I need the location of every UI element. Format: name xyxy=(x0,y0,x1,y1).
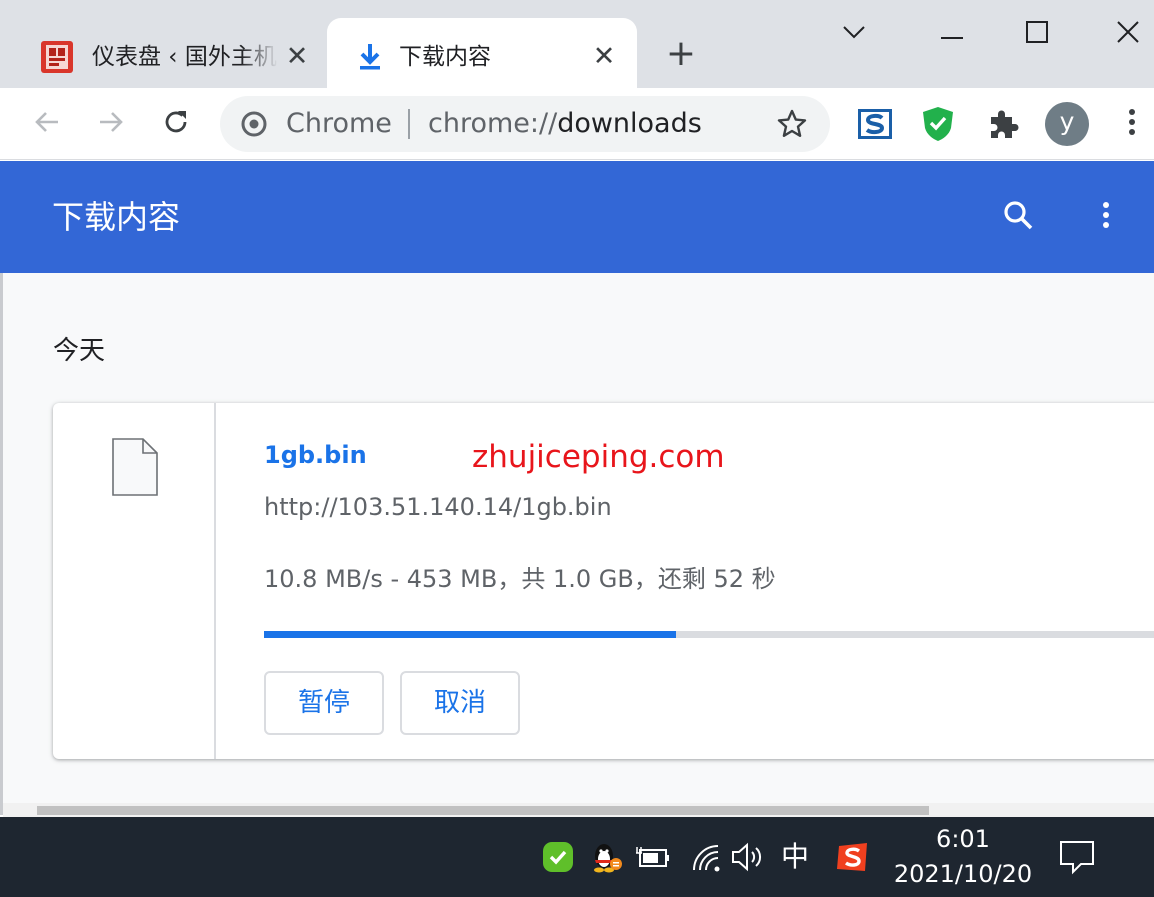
volume-icon[interactable] xyxy=(730,839,766,875)
download-icon xyxy=(353,40,387,74)
back-icon xyxy=(32,107,62,141)
date-group-heading: 今天 xyxy=(53,336,106,366)
site-chip-label: Chrome xyxy=(286,108,392,139)
url-scheme: chrome:// xyxy=(428,108,558,139)
search-icon xyxy=(1002,199,1034,235)
progress-bar xyxy=(264,631,1154,638)
star-icon[interactable] xyxy=(776,108,808,140)
download-item-card: 1gb.bin zhujiceping.com http://103.51.14… xyxy=(53,403,1154,759)
url-text: chrome://downloads xyxy=(428,96,702,152)
windows-taskbar: 中 6:01 2021/10/20 xyxy=(0,817,1154,897)
back-button[interactable] xyxy=(25,102,69,146)
maximize-button[interactable] xyxy=(1015,14,1059,54)
more-vert-icon xyxy=(1102,201,1110,233)
downloads-menu-button[interactable] xyxy=(1084,195,1128,239)
profile-avatar[interactable]: y xyxy=(1045,102,1089,146)
tab-search-button[interactable] xyxy=(832,14,876,54)
shield-check-extension-icon[interactable] xyxy=(920,106,956,142)
tab-close-button[interactable]: ✕ xyxy=(587,40,621,74)
tab-strip: 仪表盘 ‹ 国外主机 ✕ 下载内容 ✕ + xyxy=(0,0,1154,88)
close-icon xyxy=(1116,20,1140,48)
url-path: downloads xyxy=(557,108,702,139)
screen: 仪表盘 ‹ 国外主机 ✕ 下载内容 ✕ + Chrome chrome://do… xyxy=(0,0,1154,897)
horizontal-scrollbar[interactable] xyxy=(3,803,1154,817)
search-downloads-button[interactable] xyxy=(996,195,1040,239)
forward-button[interactable] xyxy=(89,102,133,146)
clock-date: 2021/10/20 xyxy=(893,860,1033,888)
qq-penguin-icon[interactable] xyxy=(588,839,624,875)
chrome-logo-icon xyxy=(240,110,268,138)
clock-time: 6:01 xyxy=(936,825,990,853)
more-vert-icon xyxy=(1128,108,1136,140)
reload-button[interactable] xyxy=(154,102,198,146)
cancel-button[interactable]: 取消 xyxy=(400,671,520,735)
notification-icon[interactable] xyxy=(1057,837,1097,877)
browser-menu-button[interactable] xyxy=(1110,102,1154,146)
reload-icon xyxy=(161,107,191,141)
chevron-down-icon xyxy=(842,24,866,44)
downloads-header: 下载内容 xyxy=(0,161,1154,273)
new-tab-button[interactable]: + xyxy=(660,34,702,76)
card-divider xyxy=(214,403,216,759)
downloads-list: 今天 1gb.bin zhujiceping.com http://103.51… xyxy=(0,273,1154,815)
sogou-ime-icon[interactable] xyxy=(835,839,871,875)
omnibox-separator xyxy=(408,109,410,139)
s-extension-icon[interactable] xyxy=(857,106,893,142)
file-icon xyxy=(111,437,159,497)
address-bar[interactable]: Chrome chrome://downloads xyxy=(220,96,830,152)
wifi-icon[interactable] xyxy=(688,839,724,875)
source-url-link[interactable]: http://103.51.140.14/1gb.bin xyxy=(264,491,612,523)
tab-title: 下载内容 xyxy=(399,44,491,70)
battery-plug-icon[interactable] xyxy=(636,839,672,875)
close-window-button[interactable] xyxy=(1106,14,1150,54)
tab-title: 仪表盘 ‹ 国外主机 xyxy=(92,44,277,70)
minimize-button[interactable] xyxy=(930,14,974,54)
tab-dashboard[interactable]: 仪表盘 ‹ 国外主机 ✕ xyxy=(0,18,324,88)
progress-bar-fill xyxy=(264,631,676,638)
pause-button[interactable]: 暂停 xyxy=(264,671,384,735)
tab-downloads[interactable]: 下载内容 ✕ xyxy=(327,18,637,88)
download-status: 10.8 MB/s - 453 MB，共 1.0 GB，还剩 52 秒 xyxy=(264,565,776,593)
page-title: 下载内容 xyxy=(52,198,181,236)
maximize-icon xyxy=(1026,21,1048,47)
tab-close-button[interactable]: ✕ xyxy=(280,40,314,74)
watermark-text: zhujiceping.com xyxy=(472,439,725,475)
forward-icon xyxy=(96,107,126,141)
ime-mode-indicator[interactable]: 中 xyxy=(781,837,809,877)
site-favicon-icon xyxy=(40,40,74,74)
taskbar-clock[interactable]: 6:01 2021/10/20 xyxy=(890,823,1036,893)
minimize-icon xyxy=(941,25,963,44)
puzzle-extensions-icon[interactable] xyxy=(985,106,1021,142)
file-name-link[interactable]: 1gb.bin xyxy=(264,439,367,471)
security-check-icon[interactable] xyxy=(540,839,576,875)
browser-toolbar: Chrome chrome://downloads y xyxy=(0,88,1154,160)
scrollbar-thumb[interactable] xyxy=(37,806,929,815)
